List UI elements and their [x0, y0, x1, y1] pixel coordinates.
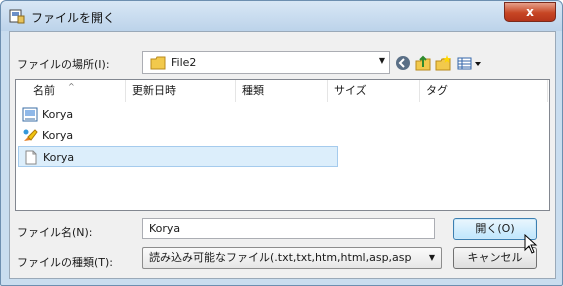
view-menu-icon[interactable] [456, 54, 484, 72]
folder-icon [150, 56, 166, 70]
column-header-name[interactable]: 名前 ^ [16, 80, 126, 102]
location-value: File2 [171, 56, 197, 69]
new-folder-icon[interactable] [434, 54, 452, 72]
file-name: Korya [42, 129, 74, 142]
column-header-tags[interactable]: タグ [420, 80, 548, 102]
open-file-dialog: ファイルを開く x ファイルの場所(I): File2 ▼ 名前 ^ 更新日時 … [0, 0, 563, 286]
up-folder-icon[interactable] [414, 54, 432, 72]
file-row[interactable]: Korya [18, 125, 338, 146]
image-file-icon [22, 107, 38, 122]
chevron-down-icon: ▼ [378, 56, 385, 65]
location-label: ファイルの場所(I): [17, 58, 110, 71]
column-header-size[interactable]: サイズ [328, 80, 420, 102]
file-row-selected[interactable]: Korya [18, 146, 338, 167]
file-type-value: 読み込み可能なファイル(.txt,txt,htm,html,asp,asp [149, 251, 412, 264]
mouse-cursor-icon [524, 234, 538, 254]
file-list[interactable]: 名前 ^ 更新日時 種類 サイズ タグ Korya Korya Korya [15, 79, 550, 211]
back-icon[interactable] [394, 54, 412, 72]
blank-file-icon [25, 150, 37, 165]
column-header-type[interactable]: 種類 [236, 80, 328, 102]
app-icon [9, 9, 25, 24]
file-name: Korya [42, 108, 74, 121]
file-name-input[interactable] [142, 218, 435, 239]
file-row[interactable]: Korya [18, 104, 338, 125]
file-name-label: ファイル名(N): [17, 226, 93, 239]
chevron-down-icon: ▼ [428, 253, 435, 262]
file-type-label: ファイルの種類(T): [17, 256, 114, 269]
file-name: Korya [43, 151, 75, 164]
column-header-date[interactable]: 更新日時 [126, 80, 236, 102]
paint-file-icon [23, 129, 38, 141]
file-type-dropdown[interactable]: 読み込み可能なファイル(.txt,txt,htm,html,asp,asp ▼ [142, 247, 442, 269]
dialog-body: ファイルの場所(I): File2 ▼ 名前 ^ 更新日時 種類 サイズ タグ … [9, 31, 556, 279]
window-title: ファイルを開く [31, 11, 116, 25]
sort-ascending-icon: ^ [68, 82, 75, 91]
close-button[interactable]: x [504, 2, 556, 22]
location-dropdown[interactable]: File2 ▼ [142, 51, 390, 74]
title-bar[interactable]: ファイルを開く x [1, 1, 562, 31]
